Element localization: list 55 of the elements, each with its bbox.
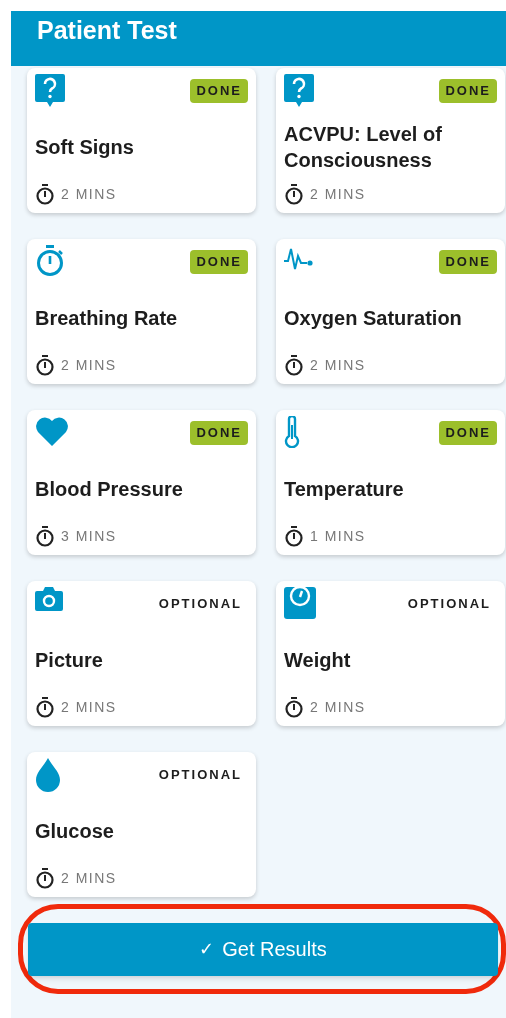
stopwatch-icon (284, 526, 304, 547)
status-badge: DONE (190, 421, 248, 445)
stopwatch-icon (284, 355, 304, 376)
duration-label: 3 MINS (61, 527, 117, 546)
header-title: Patient Test (37, 18, 177, 43)
test-title: Soft Signs (35, 135, 134, 160)
test-card[interactable]: DONE Soft Signs 2 MINS (27, 68, 256, 213)
duration-label: 2 MINS (61, 869, 117, 888)
status-badge: DONE (439, 250, 497, 274)
check-icon: ✓ (199, 935, 215, 963)
stopwatch-icon (35, 184, 55, 205)
question-bubble-icon (284, 74, 314, 108)
stopwatch-icon (35, 245, 65, 277)
test-card[interactable]: OPTIONAL Weight 2 MINS (276, 581, 505, 726)
stopwatch-icon (35, 355, 55, 376)
test-title: Oxygen Saturation (284, 306, 462, 331)
duration-label: 2 MINS (61, 698, 117, 717)
status-badge: DONE (190, 79, 248, 103)
drop-icon (35, 758, 61, 792)
test-card[interactable]: DONE Blood Pressure 3 MINS (27, 410, 256, 555)
duration-label: 2 MINS (310, 185, 366, 204)
status-label: OPTIONAL (157, 595, 243, 613)
test-title: Picture (35, 648, 103, 673)
test-title: Blood Pressure (35, 477, 183, 502)
test-card[interactable]: DONE ACVPU: Level of Consciousness 2 MINS (276, 68, 505, 213)
stopwatch-icon (35, 868, 55, 889)
stopwatch-icon (284, 184, 304, 205)
status-badge: DONE (439, 421, 497, 445)
test-title: ACVPU: Level of Consciousness (284, 122, 443, 173)
heart-icon (35, 416, 69, 446)
duration-label: 1 MINS (310, 527, 366, 546)
status-badge: DONE (439, 79, 497, 103)
status-label: OPTIONAL (157, 766, 243, 784)
test-title: Glucose (35, 819, 114, 844)
stopwatch-icon (35, 526, 55, 547)
duration-label: 2 MINS (310, 698, 366, 717)
duration-label: 2 MINS (310, 356, 366, 375)
test-card[interactable]: DONE Oxygen Saturation 2 MINS (276, 239, 505, 384)
stopwatch-icon (284, 697, 304, 718)
test-card[interactable]: DONE Breathing Rate 2 MINS (27, 239, 256, 384)
status-badge: DONE (190, 250, 248, 274)
test-title: Temperature (284, 477, 404, 502)
camera-icon (35, 587, 63, 611)
test-card[interactable]: OPTIONAL Picture 2 MINS (27, 581, 256, 726)
test-card[interactable]: OPTIONAL Glucose 2 MINS (27, 752, 256, 897)
test-title: Breathing Rate (35, 306, 178, 331)
duration-label: 2 MINS (61, 356, 117, 375)
status-label: OPTIONAL (406, 595, 492, 613)
stopwatch-icon (35, 697, 55, 718)
question-bubble-icon (35, 74, 65, 108)
thermometer-icon (284, 416, 300, 448)
test-title: Weight (284, 648, 351, 673)
scale-icon (284, 587, 316, 619)
test-card[interactable]: DONE Temperature 1 MINS (276, 410, 505, 555)
duration-label: 2 MINS (61, 185, 117, 204)
